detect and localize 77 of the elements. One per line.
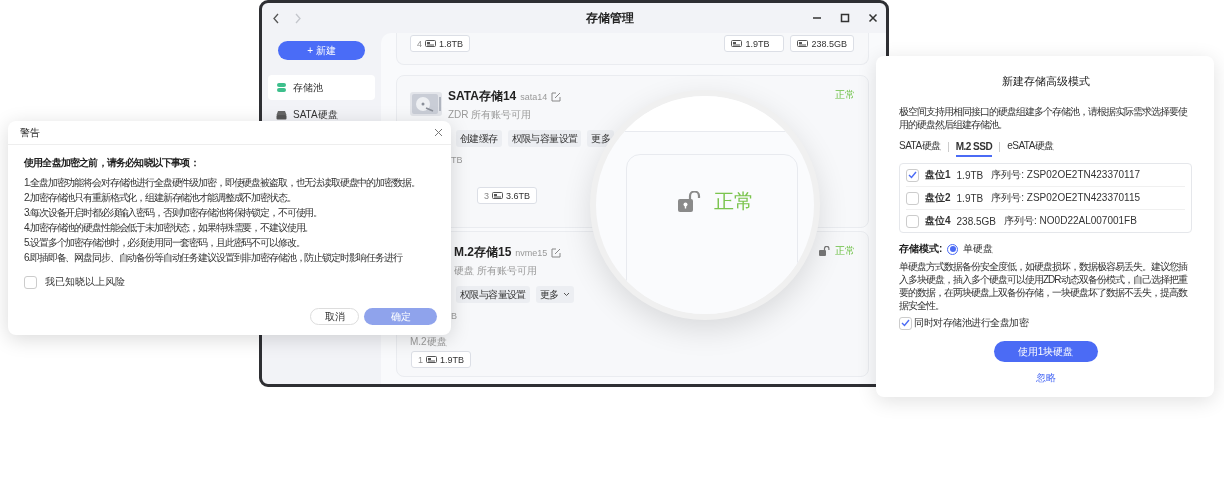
disk-slot: 盘位1 xyxy=(925,168,951,182)
pool-id: nvme15 xyxy=(515,247,548,258)
slot-number: 1 xyxy=(418,354,423,365)
checkbox-label: 同时对存储池进行全盘加密 xyxy=(914,316,1028,330)
description-text: 单硬盘方式数据备份安全度低，如硬盘损坏，数据极容易丢失。建议您插入多块硬盘，插入多个硬盘可以使用ZDR动态双备份模式，自己选择把重要的数据，在两块硬盘上双备份存储，一块硬盘坏了数据不丢失，提高数据安全性。 xyxy=(899,260,1189,312)
radio-label: 单硬盘 xyxy=(963,242,994,256)
capacity-text: B xyxy=(451,311,458,321)
capacity-text: TB xyxy=(451,155,464,165)
disk-size: 1.9TB xyxy=(956,192,984,204)
checkbox[interactable] xyxy=(906,191,919,205)
notice-text: 6.即插即备、网盘同步、自动备份等自动任务建议设置到非加密存储池，防止锁定时影响任务进行 xyxy=(24,251,404,265)
disk-size: 1.9TB xyxy=(745,38,770,49)
slot-number: 3 xyxy=(484,190,489,201)
drive-icon xyxy=(276,109,287,120)
cancel-button[interactable]: 取消 xyxy=(310,308,359,325)
notice-text: 5.设置多个加密存储池时，必须使用同一套密码，且此密码不可以修改。 xyxy=(24,236,306,250)
pool-subtitle: ZDR 所有账号可用 xyxy=(448,108,533,122)
status-label: 正常 xyxy=(835,88,855,102)
group-label: M.2硬盘 xyxy=(410,335,448,349)
notice-text: 1.全盘加密功能将会对存储池进行全盘硬件级加密，即使硬盘被盗取，也无法读取硬盘中的加密数据。 xyxy=(24,176,421,190)
field-label: 存储模式: xyxy=(899,242,943,256)
skip-link[interactable]: 忽略 xyxy=(1035,371,1056,385)
notice-text: 3.每次设备开启时都必须输入密码，否则加密存储池将保持锁定，不可使用。 xyxy=(24,206,324,220)
database-icon xyxy=(276,82,287,93)
tab[interactable]: eSATA硬盘 xyxy=(1007,139,1054,158)
tab[interactable]: M.2 SSD xyxy=(955,140,993,157)
action-button[interactable]: 权限与容量设置 xyxy=(507,130,582,147)
notice-text: 4.加密存储池的硬盘性能会低于未加密状态，如果特殊需要，不建议使用。 xyxy=(24,221,315,235)
maximize-icon[interactable] xyxy=(840,13,850,23)
description-text: 极空间支持用相同接口的硬盘组建多个存储池，请根据实际需求选择要使用的硬盘然后组建存储池。 xyxy=(899,105,1189,131)
drive-icon xyxy=(425,39,436,48)
checkbox[interactable] xyxy=(906,168,919,182)
confirm-button[interactable]: 使用1块硬盘 xyxy=(993,341,1098,362)
action-button[interactable]: 创建缓存 xyxy=(456,130,502,147)
slot-number: 4 xyxy=(417,38,422,49)
disk-slot: 盘位4 xyxy=(925,214,951,228)
dialog-title: 警告 xyxy=(20,125,40,140)
pool-name: M.2存储15 xyxy=(454,244,512,261)
checkbox-label: 我已知晓以上风险 xyxy=(45,275,125,289)
new-button[interactable]: + 新建 xyxy=(278,41,365,60)
disk-size: 238.5GB xyxy=(956,215,997,227)
disk-size: 1.8TB xyxy=(439,38,464,49)
drive-icon xyxy=(492,191,503,200)
edit-icon[interactable] xyxy=(551,91,562,102)
drive-icon xyxy=(426,355,437,364)
checkbox[interactable] xyxy=(906,214,919,228)
sidebar-item[interactable]: SATA硬盘 xyxy=(268,102,375,127)
sidebar-item[interactable]: 存储池 xyxy=(268,75,375,100)
window-title: 存储管理 xyxy=(585,9,634,27)
drive-icon xyxy=(797,39,809,48)
disk-slot: 盘位2 xyxy=(925,191,951,205)
hard-drive-icon xyxy=(410,92,442,116)
serial-number: 序列号: ZSP02OE2TN423370117 xyxy=(991,168,1141,182)
notice-text: 2.加密存储池只有重新格式化，组建新存储池才能调整成不加密状态。 xyxy=(24,191,297,205)
disk-size: 1.9TB xyxy=(956,169,984,181)
disk-size: 1.9TB xyxy=(440,354,465,365)
pool-subtitle: 硬盘 所有账号可用 xyxy=(454,264,538,278)
action-button[interactable]: 权限与容量设置 xyxy=(456,286,530,303)
status-label: 正常 xyxy=(714,189,754,214)
checkbox[interactable] xyxy=(24,275,37,289)
disk-size: 3.6TB xyxy=(506,190,531,201)
tab[interactable]: SATA硬盘 xyxy=(899,139,941,158)
caret-icon xyxy=(562,292,570,297)
status-label: 正常 xyxy=(835,244,855,258)
close-icon[interactable] xyxy=(868,13,878,23)
pool-name: SATA存储14 xyxy=(448,88,517,105)
checkbox[interactable] xyxy=(899,316,912,330)
serial-number: 序列号: ZSP02OE2TN423370115 xyxy=(991,191,1141,205)
dialog-heading: 使用全盘加密之前，请务必知晓以下事项： xyxy=(24,156,200,170)
pool-id: sata14 xyxy=(520,91,548,102)
edit-icon[interactable] xyxy=(551,247,562,258)
action-button[interactable]: 更多 xyxy=(535,286,574,303)
back-icon[interactable] xyxy=(272,12,280,24)
drive-icon xyxy=(731,39,743,48)
disk-size: 238.5GB xyxy=(811,38,847,49)
serial-number: 序列号: NO0D22AL007001FB xyxy=(1004,214,1137,228)
panel-title: 新建存储高级模式 xyxy=(1000,74,1091,89)
